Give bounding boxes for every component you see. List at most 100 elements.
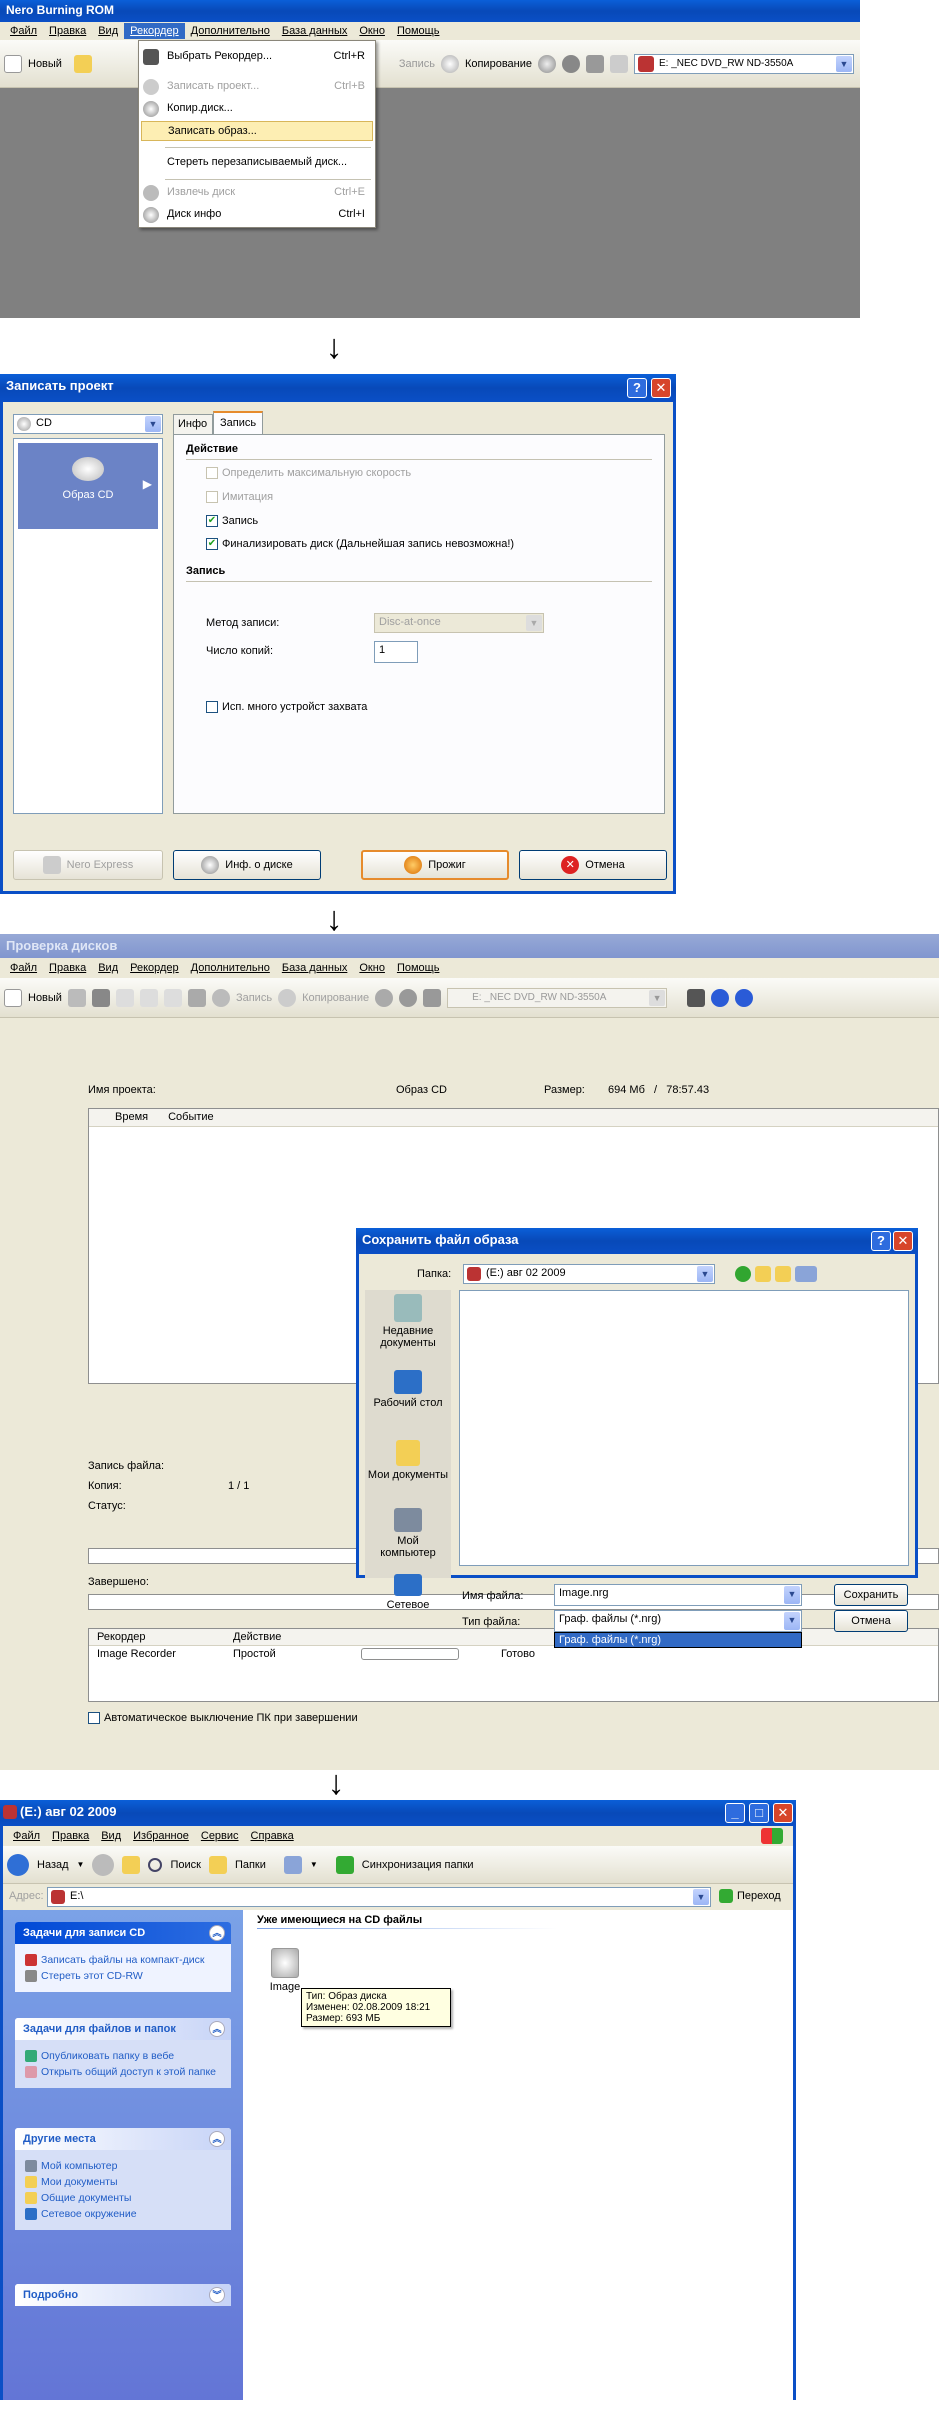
drive-dropdown-arrow[interactable]: ▼	[836, 55, 852, 72]
task-erase-cdrw[interactable]: Стереть этот CD-RW	[25, 1970, 221, 1982]
folder-select[interactable]: (E:) авг 02 2009 ▼	[463, 1264, 715, 1284]
menu-help[interactable]: Помощь	[391, 23, 446, 39]
copy-button[interactable]: Копирование	[465, 58, 532, 70]
menu-database[interactable]: База данных	[276, 23, 354, 39]
sync-button[interactable]: Синхронизация папки	[362, 1859, 474, 1871]
filetype-option[interactable]: Граф. файлы (*.nrg)	[554, 1632, 802, 1648]
folder-dropdown-arrow[interactable]: ▼	[697, 1266, 713, 1282]
panel-header[interactable]: Подробно ︾	[15, 2284, 231, 2306]
menu-recorder[interactable]: Рекордер	[124, 23, 185, 39]
help-button[interactable]: ?	[871, 1231, 891, 1251]
drive-select[interactable]: E: _NEC DVD_RW ND-3550A ▼	[447, 987, 668, 1008]
menu-edit[interactable]: Правка	[43, 23, 92, 39]
menu-recorder[interactable]: Рекордер	[124, 960, 185, 976]
task-publish-web[interactable]: Опубликовать папку в вебе	[25, 2050, 221, 2062]
place-recent[interactable]: Недавние документы	[365, 1294, 451, 1349]
menu-item-burn-image[interactable]: Записать образ...	[141, 121, 373, 141]
column-action[interactable]: Действие	[233, 1631, 281, 1643]
disc-info-button[interactable]: Инф. о диске	[173, 850, 321, 880]
column-recorder[interactable]: Рекордер	[97, 1631, 146, 1643]
new-button[interactable]: Новый	[28, 58, 62, 70]
panel-header[interactable]: Задачи для файлов и папок ︽	[15, 2018, 231, 2040]
column-event[interactable]: Событие	[168, 1111, 214, 1126]
option-simulation[interactable]: Имитация	[206, 491, 273, 504]
option-multi-device[interactable]: Исп. много устройст захвата	[206, 701, 367, 714]
column-time[interactable]: Время	[115, 1111, 148, 1126]
tab-info[interactable]: Инфо	[173, 414, 213, 434]
copy-icon[interactable]	[139, 988, 158, 1007]
tab-burn[interactable]: Запись	[213, 411, 263, 435]
write-button[interactable]: Запись	[399, 58, 435, 70]
write-method-arrow[interactable]: ▼	[526, 615, 542, 631]
menu-view[interactable]: Вид	[92, 960, 124, 976]
paste-icon[interactable]	[163, 988, 182, 1007]
multi-device-checkbox[interactable]	[206, 701, 218, 714]
menu-edit[interactable]: Правка	[46, 1828, 95, 1844]
views-icon[interactable]	[283, 1855, 302, 1874]
go-arrow-icon[interactable]	[719, 1889, 733, 1903]
option-max-speed[interactable]: Определить максимальную скорость	[206, 467, 411, 480]
menu-window[interactable]: Окно	[353, 23, 391, 39]
place-network[interactable]: Сетевое	[365, 1574, 451, 1611]
menu-item-erase-disc[interactable]: Стереть перезаписываемый диск...	[139, 153, 375, 173]
menu-item-select-recorder[interactable]: Выбрать Рекордер... Ctrl+R	[139, 47, 375, 67]
burn-button[interactable]: Прожиг	[361, 850, 509, 880]
write-button[interactable]: Запись	[236, 992, 272, 1004]
collapse-icon[interactable]: ︽	[209, 2021, 225, 2037]
recorder-icon[interactable]	[687, 988, 706, 1007]
erase-icon[interactable]	[423, 988, 442, 1007]
help-button[interactable]: ?	[627, 378, 647, 398]
search-icon[interactable]	[148, 1857, 163, 1872]
search-button[interactable]: Поиск	[170, 1859, 200, 1871]
menu-edit[interactable]: Правка	[43, 960, 92, 976]
media-select[interactable]: CD ▼	[13, 414, 163, 434]
open-folder-icon[interactable]	[73, 54, 92, 73]
address-dropdown-arrow[interactable]: ▼	[693, 1889, 709, 1905]
eject-icon[interactable]	[399, 988, 418, 1007]
menu-item-eject[interactable]: Извлечь диск Ctrl+E	[139, 183, 375, 203]
drive-dropdown-arrow[interactable]: ▼	[649, 989, 666, 1006]
place-my-documents[interactable]: Мои документы	[25, 2176, 221, 2188]
sync-icon[interactable]	[335, 1855, 354, 1874]
collapse-icon[interactable]: ︽	[209, 2131, 225, 2147]
close-button[interactable]: ✕	[773, 1803, 793, 1823]
finalize-checkbox[interactable]: ✔	[206, 538, 218, 551]
folders-button[interactable]: Папки	[235, 1859, 266, 1871]
cut-icon[interactable]	[115, 988, 134, 1007]
menu-item-copy-disc[interactable]: Копир.диск...	[139, 99, 375, 119]
new-folder-icon[interactable]	[775, 1266, 791, 1282]
maximize-button[interactable]: □	[749, 1803, 769, 1823]
place-shared-documents[interactable]: Общие документы	[25, 2192, 221, 2204]
info-icon[interactable]	[711, 988, 730, 1007]
file-item-image[interactable]: Image	[265, 1948, 305, 1993]
nero-express-button[interactable]: Nero Express	[13, 850, 163, 880]
disc-info-icon[interactable]	[538, 54, 556, 73]
menu-extras[interactable]: Дополнительно	[185, 23, 276, 39]
autoshutdown-option[interactable]: Автоматическое выключение ПК при заверше…	[88, 1712, 358, 1725]
panel-header[interactable]: Задачи для записи CD ︽	[15, 1922, 231, 1944]
task-write-files[interactable]: Записать файлы на компакт-диск	[25, 1954, 221, 1966]
menu-file[interactable]: Файл	[4, 23, 43, 39]
disc-info-icon[interactable]	[375, 988, 394, 1007]
view-menu-icon[interactable]	[795, 1266, 817, 1282]
collapse-icon[interactable]: ︽	[209, 1925, 225, 1941]
go-button[interactable]: Переход	[737, 1890, 781, 1902]
cancel-button[interactable]: ✕ Отмена	[519, 850, 667, 880]
menu-extras[interactable]: Дополнительно	[185, 960, 276, 976]
cancel-button[interactable]: Отмена	[834, 1610, 908, 1632]
menu-item-burn-project[interactable]: Записать проект... Ctrl+B	[139, 77, 375, 97]
save-icon[interactable]	[91, 988, 110, 1007]
menu-window[interactable]: Окно	[353, 960, 391, 976]
help-icon[interactable]	[735, 988, 754, 1007]
autoshutdown-checkbox[interactable]	[88, 1712, 100, 1725]
back-button[interactable]: Назад	[37, 1859, 69, 1871]
simulation-checkbox[interactable]	[206, 491, 218, 504]
place-my-computer[interactable]: Мой компьютер	[25, 2160, 221, 2172]
folders-icon[interactable]	[208, 1855, 227, 1874]
back-icon[interactable]	[735, 1266, 751, 1282]
list-item-image-cd[interactable]: Образ CD ▶	[18, 443, 158, 529]
filename-input[interactable]: Image.nrg ▼	[554, 1584, 802, 1606]
lock-icon[interactable]	[610, 54, 628, 73]
eject-icon[interactable]	[562, 54, 580, 73]
new-button[interactable]: Новый	[28, 992, 62, 1004]
